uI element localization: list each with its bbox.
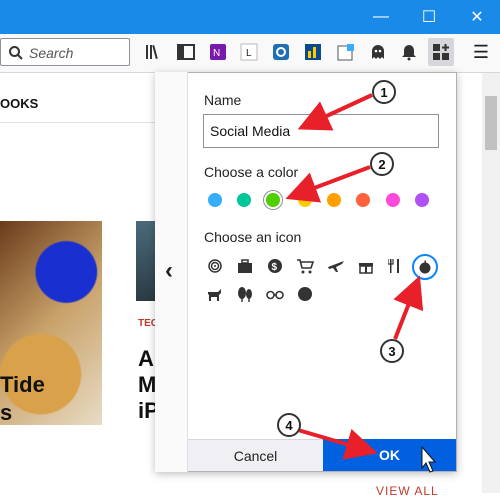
callout-2: 2 [370,152,394,176]
arrow-3 [393,275,424,340]
annotation-arrows [285,93,437,473]
callout-3: 3 [380,339,404,363]
callout-1: 1 [372,80,396,104]
arrow-4 [297,428,378,460]
mouse-cursor-icon [421,445,437,473]
arrow-1 [297,93,373,131]
arrow-2 [285,165,371,203]
callout-4: 4 [277,413,301,437]
